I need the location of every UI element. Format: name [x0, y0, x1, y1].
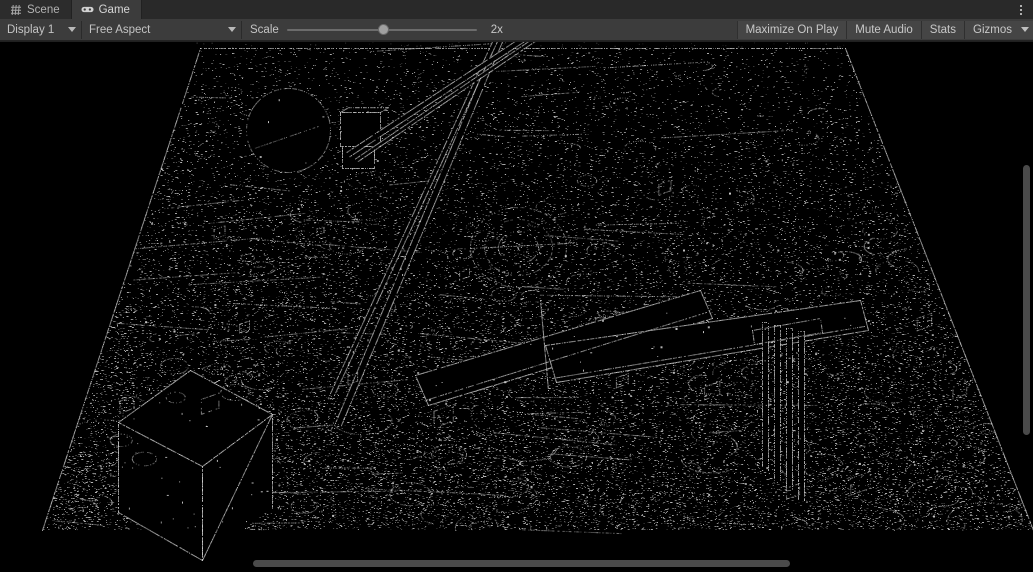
stats-button[interactable]: Stats [921, 21, 964, 39]
tab-strip-spacer [142, 0, 1008, 19]
maximize-on-play-button[interactable]: Maximize On Play [737, 21, 847, 39]
tab-scene[interactable]: Scene [0, 0, 72, 19]
game-view-toolbar: Display 1 Free Aspect Scale 2x Maximize … [0, 19, 1033, 41]
tab-strip: Scene Game [0, 0, 1033, 19]
toolbar-right-group: Maximize On Play Mute Audio Stats Gizmos [737, 21, 1033, 39]
aspect-ratio-dropdown-label: Free Aspect [89, 24, 150, 36]
vertical-scrollbar-thumb[interactable] [1023, 165, 1030, 435]
scale-slider-thumb[interactable] [378, 24, 389, 35]
maximize-on-play-label: Maximize On Play [746, 24, 839, 36]
mute-audio-button[interactable]: Mute Audio [846, 21, 921, 39]
scale-label: Scale [250, 24, 279, 36]
kebab-dot [1020, 5, 1022, 7]
grid-icon [9, 3, 22, 16]
gizmos-button[interactable]: Gizmos [964, 21, 1033, 39]
chevron-down-icon [228, 27, 236, 32]
game-viewport[interactable] [0, 42, 1033, 572]
unity-game-view-window: Scene Game Display 1 Free Aspect Scale 2… [0, 0, 1033, 572]
mute-audio-label: Mute Audio [855, 24, 913, 36]
edge-detection-render [0, 42, 1033, 572]
tab-game[interactable]: Game [72, 0, 142, 19]
kebab-menu-icon[interactable] [1008, 0, 1033, 19]
scale-slider[interactable] [287, 23, 477, 37]
kebab-dot [1020, 13, 1022, 15]
display-dropdown-label: Display 1 [7, 24, 54, 36]
horizontal-scrollbar-thumb[interactable] [253, 560, 790, 567]
gizmos-label: Gizmos [973, 24, 1012, 36]
tab-scene-label: Scene [27, 4, 60, 16]
scale-value: 2x [491, 24, 503, 36]
scale-control: Scale 2x [250, 20, 503, 40]
kebab-dot [1020, 9, 1022, 11]
display-dropdown[interactable]: Display 1 [0, 21, 82, 39]
chevron-down-icon [68, 27, 76, 32]
aspect-ratio-dropdown[interactable]: Free Aspect [82, 21, 242, 39]
stats-label: Stats [930, 24, 956, 36]
gamepad-icon [81, 3, 94, 16]
chevron-down-icon[interactable] [1021, 27, 1029, 32]
tab-game-label: Game [99, 4, 130, 16]
